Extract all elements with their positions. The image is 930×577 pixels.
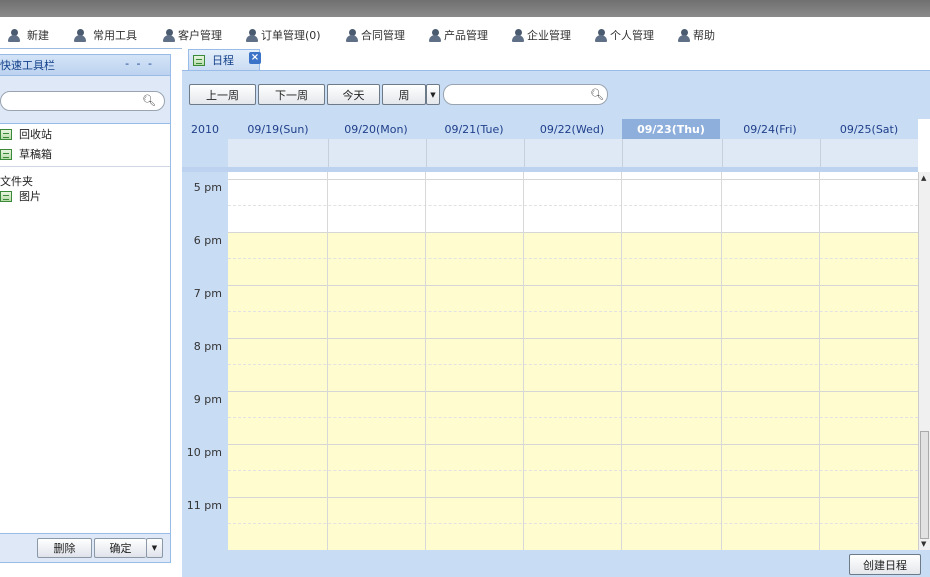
view-select-button[interactable]: 周 <box>382 84 426 105</box>
menu-label: 客户管理 <box>178 29 222 42</box>
menu-new[interactable]: 新建 <box>8 26 49 44</box>
main-menu-bar: 新建 常用工具 客户管理 订单管理(0) 合同管理 产品管理 企业管理 个人管理… <box>0 22 930 49</box>
scroll-up-icon[interactable]: ▲ <box>921 174 926 182</box>
vertical-scrollbar[interactable]: ▲ ▼ <box>918 172 930 550</box>
confirm-dropdown-button[interactable]: ▼ <box>146 538 163 558</box>
chevron-down-icon: ▼ <box>430 90 436 99</box>
panel-header: 快速工具栏 - - - <box>0 55 170 76</box>
delete-button[interactable]: 删除 <box>37 538 92 558</box>
day-header[interactable]: 09/24(Fri) <box>722 119 818 139</box>
tree-item-label: 草稿箱 <box>19 148 52 161</box>
view-dropdown-button[interactable]: ▼ <box>426 84 440 105</box>
user-icon <box>8 28 20 42</box>
year-label: 2010 <box>191 122 219 136</box>
hour-label: 6 pm <box>193 234 222 247</box>
day-column[interactable] <box>722 172 820 550</box>
day-header-today[interactable]: 09/23(Thu) <box>622 119 720 139</box>
day-header[interactable]: 09/19(Sun) <box>230 119 326 139</box>
confirm-button[interactable]: 确定 <box>94 538 146 558</box>
day-header[interactable]: 09/25(Sat) <box>820 119 918 139</box>
quick-tools-panel: 快速工具栏 - - - 🔍︎ 回收站 草稿箱 文件夹 图片 删除 确定 ▼ <box>0 54 171 563</box>
calendar-toolbar: 上一周 下一周 今天 周 ▼ 🔍︎ <box>182 71 930 119</box>
folder-heading: 文件夹 <box>0 173 33 189</box>
calendar-footer: 创建日程 <box>182 550 930 577</box>
all-day-row[interactable] <box>182 139 918 167</box>
scrollbar-thumb[interactable] <box>920 431 929 539</box>
hour-label: 8 pm <box>193 340 222 353</box>
user-icon <box>163 28 175 42</box>
day-header[interactable]: 09/21(Tue) <box>426 119 522 139</box>
day-column[interactable] <box>524 172 622 550</box>
day-header[interactable]: 09/20(Mon) <box>328 119 424 139</box>
search-icon[interactable]: 🔍︎ <box>142 94 156 107</box>
hour-label: 11 pm <box>186 499 222 512</box>
calendar-icon <box>193 54 205 66</box>
user-icon <box>429 28 441 42</box>
today-button[interactable]: 今天 <box>327 84 380 105</box>
menu-label: 个人管理 <box>610 29 654 42</box>
folder-icon <box>0 190 12 202</box>
user-icon <box>246 28 258 42</box>
tab-label: 日程 <box>212 54 234 67</box>
panel-search-input[interactable]: 🔍︎ <box>0 91 165 111</box>
hour-label: 7 pm <box>193 287 222 300</box>
tree-item-images[interactable]: 图片 <box>0 188 41 204</box>
user-icon <box>595 28 607 42</box>
folder-heading-label: 文件夹 <box>0 175 33 188</box>
menu-enterprise[interactable]: 企业管理 <box>512 26 571 44</box>
search-icon[interactable]: 🔍︎ <box>590 88 604 101</box>
calendar-time-grid[interactable]: 5 pm 6 pm 7 pm 8 pm 9 pm 10 pm 11 pm <box>182 172 918 550</box>
collapse-button[interactable]: - - - <box>125 57 154 70</box>
next-week-button[interactable]: 下一周 <box>258 84 325 105</box>
chevron-down-icon: ▼ <box>151 544 158 552</box>
menu-customer[interactable]: 客户管理 <box>163 26 222 44</box>
menu-label: 新建 <box>27 29 49 42</box>
folder-icon <box>0 148 12 160</box>
hour-label: 9 pm <box>193 393 222 406</box>
menu-products[interactable]: 产品管理 <box>429 26 488 44</box>
prev-week-button[interactable]: 上一周 <box>189 84 256 105</box>
tree-item-label: 回收站 <box>19 128 52 141</box>
scroll-down-icon[interactable]: ▼ <box>921 540 926 548</box>
user-icon <box>678 28 690 42</box>
day-column[interactable] <box>820 172 918 550</box>
menu-personal[interactable]: 个人管理 <box>595 26 654 44</box>
calendar-search-input[interactable]: 🔍︎ <box>443 84 608 105</box>
tab-strip: 日程 × <box>182 48 930 71</box>
user-icon <box>346 28 358 42</box>
user-icon <box>74 28 86 42</box>
divider <box>0 166 170 167</box>
day-column[interactable] <box>622 172 722 550</box>
window-top-bar <box>0 0 930 17</box>
panel-search-area: 🔍︎ <box>0 76 170 124</box>
folder-icon <box>0 128 12 140</box>
day-column[interactable] <box>328 172 426 550</box>
time-column: 5 pm 6 pm 7 pm 8 pm 9 pm 10 pm 11 pm <box>182 172 228 550</box>
user-icon <box>512 28 524 42</box>
menu-common-tools[interactable]: 常用工具 <box>74 26 137 44</box>
tree-item-drafts[interactable]: 草稿箱 <box>0 146 52 162</box>
day-column[interactable] <box>426 172 524 550</box>
menu-label: 企业管理 <box>527 29 571 42</box>
day-column[interactable] <box>228 172 328 550</box>
calendar-column-header: 2010 09/19(Sun) 09/20(Mon) 09/21(Tue) 09… <box>182 119 918 139</box>
day-header[interactable]: 09/22(Wed) <box>524 119 620 139</box>
menu-orders[interactable]: 订单管理(0) <box>246 26 321 44</box>
panel-title: 快速工具栏 <box>0 59 55 72</box>
menu-label: 订单管理(0) <box>261 29 321 42</box>
menu-label: 帮助 <box>693 29 715 42</box>
hour-label: 5 pm <box>193 181 222 194</box>
hour-label: 10 pm <box>186 446 222 459</box>
menu-label: 产品管理 <box>444 29 488 42</box>
tab-schedule[interactable]: 日程 × <box>188 49 261 70</box>
tree-item-label: 图片 <box>19 190 41 203</box>
tree-item-recycle-bin[interactable]: 回收站 <box>0 126 52 142</box>
create-schedule-button[interactable]: 创建日程 <box>849 554 921 575</box>
close-icon[interactable]: × <box>249 52 261 64</box>
menu-label: 合同管理 <box>361 29 405 42</box>
menu-contracts[interactable]: 合同管理 <box>346 26 405 44</box>
panel-footer: 删除 确定 ▼ <box>0 533 170 562</box>
menu-label: 常用工具 <box>93 29 137 42</box>
menu-help[interactable]: 帮助 <box>678 26 715 44</box>
